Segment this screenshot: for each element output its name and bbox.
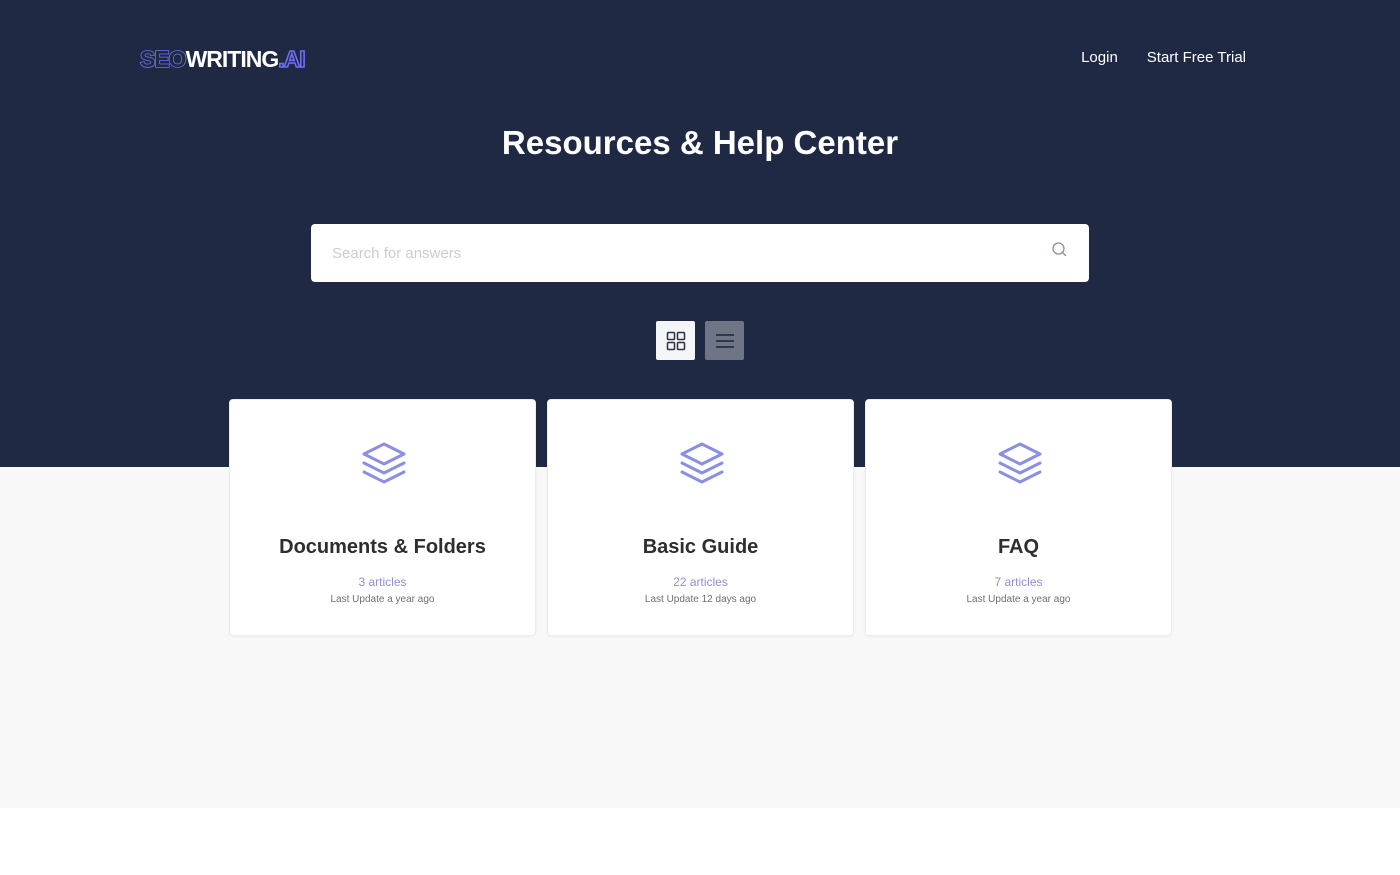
category-cards: Documents & Folders 3 articles Last Upda… [229, 399, 1172, 636]
layers-icon [362, 442, 406, 484]
category-title: Documents & Folders [279, 536, 486, 558]
view-toggle [656, 321, 744, 360]
article-count: 3 articles [230, 574, 535, 590]
last-update: Last Update 12 days ago [548, 593, 853, 607]
article-count-number: 7 [994, 575, 1002, 589]
grid-view-icon [666, 331, 685, 350]
article-count-label: articles [689, 575, 728, 589]
article-count-label: articles [1004, 575, 1043, 589]
category-title: Basic Guide [642, 536, 759, 558]
category-title: FAQ [997, 536, 1040, 558]
login-link[interactable]: Login [1081, 48, 1118, 68]
last-update: Last Update a year ago [230, 593, 535, 607]
last-update-label: Last Update [330, 594, 385, 605]
list-view-button[interactable] [705, 321, 744, 360]
last-update-value: 12 days ago [701, 594, 757, 605]
article-count-label: articles [368, 575, 407, 589]
last-update-label: Last Update [644, 594, 699, 605]
category-card-basic-guide[interactable]: Basic Guide 22 articles Last Update 12 d… [547, 399, 854, 636]
search-icon[interactable] [1051, 241, 1069, 259]
article-count-number: 22 [673, 575, 687, 589]
last-update: Last Update a year ago [866, 593, 1171, 607]
logo-writing-text: WRITING [185, 46, 280, 72]
article-count: 22 articles [548, 574, 853, 590]
start-free-trial-link[interactable]: Start Free Trial [1147, 48, 1246, 68]
logo-ai-text: .AI [277, 45, 306, 73]
layers-icon [680, 442, 724, 484]
last-update-value: a year ago [1023, 594, 1071, 605]
search-input[interactable] [311, 224, 1031, 282]
search-bar [311, 224, 1089, 282]
top-nav: Login Start Free Trial [1081, 48, 1246, 68]
category-card-documents-folders[interactable]: Documents & Folders 3 articles Last Upda… [229, 399, 536, 636]
last-update-label: Last Update [966, 594, 1021, 605]
logo[interactable]: SEO WRITING .AI [139, 44, 306, 74]
article-count-number: 3 [358, 575, 366, 589]
page-title: Resources & Help Center [501, 124, 899, 161]
article-count: 7 articles [866, 574, 1171, 590]
category-card-faq[interactable]: FAQ 7 articles Last Update a year ago [865, 399, 1172, 636]
grid-view-button[interactable] [656, 321, 695, 360]
logo-seo-text: SEO [139, 45, 187, 73]
list-view-icon [715, 333, 734, 348]
last-update-value: a year ago [387, 594, 435, 605]
layers-icon [998, 442, 1042, 484]
